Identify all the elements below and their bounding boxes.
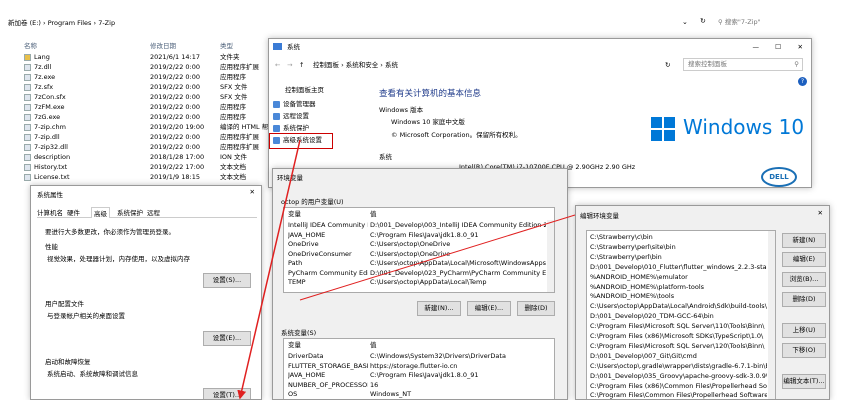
arrow-to-env-button (237, 139, 301, 400)
annotation-arrows (237, 139, 576, 400)
arrow-to-path (299, 214, 576, 301)
